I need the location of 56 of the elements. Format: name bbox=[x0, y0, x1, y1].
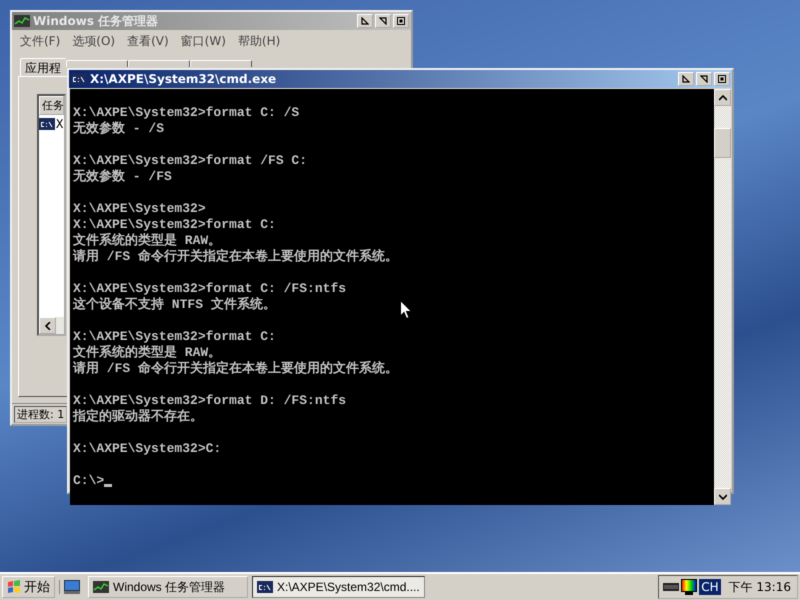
console-line: X:\AXPE\System32>format D: /FS:ntfs bbox=[73, 393, 346, 408]
windows-flag-icon bbox=[7, 580, 21, 594]
menu-item[interactable]: 帮助(H) bbox=[234, 33, 284, 49]
console-line: X:\AXPE\System32>format C: bbox=[73, 217, 276, 232]
taskbar-button[interactable]: X:\AXPE\System32\cmd.... bbox=[252, 576, 425, 598]
list-item[interactable]: X bbox=[56, 117, 64, 131]
menu-item[interactable]: 文件(F) bbox=[16, 33, 64, 49]
console-line: X:\AXPE\System32>format C: bbox=[73, 329, 276, 344]
console-line: C:\> bbox=[73, 473, 104, 489]
monitor-graph-icon bbox=[14, 15, 30, 27]
monitor-graph-icon bbox=[93, 581, 109, 593]
console-line: X:\AXPE\System32>C: bbox=[73, 441, 222, 457]
start-button[interactable]: 开始 bbox=[2, 576, 55, 598]
console-line: 无效参数 - /S bbox=[73, 121, 164, 137]
console-line: 文件系统的类型是 RAW。 bbox=[73, 345, 222, 360]
status-text: 进程数: 1 bbox=[14, 406, 68, 423]
clock: 下午 13:16 bbox=[728, 578, 791, 596]
tab[interactable]: 应用程 bbox=[20, 58, 66, 77]
scroll-thumb[interactable] bbox=[714, 128, 731, 158]
battery-icon bbox=[663, 582, 680, 592]
menu-item[interactable]: 窗口(W) bbox=[176, 33, 230, 49]
console-line: X:\AXPE\System32>format /FS C: bbox=[73, 153, 308, 169]
console-line: 这个设备不支持 NTFS 文件系统。 bbox=[73, 297, 276, 313]
console-icon bbox=[71, 73, 87, 85]
console-line: 文件系统的类型是 RAW。 bbox=[73, 233, 222, 248]
corner-arrow-icon bbox=[379, 17, 387, 25]
taskbar-button[interactable]: Windows 任务管理器 bbox=[88, 576, 248, 598]
language-indicator[interactable]: CH bbox=[699, 579, 721, 595]
square-icon bbox=[397, 17, 405, 25]
console-line: X:\AXPE\System32> bbox=[73, 201, 206, 217]
close-button[interactable] bbox=[714, 72, 730, 86]
menu-item[interactable]: 查看(V) bbox=[123, 33, 173, 49]
scroll-up-button[interactable] bbox=[714, 89, 731, 106]
mouse-pointer-icon bbox=[400, 300, 412, 319]
console-line: 请用 /FS 命令行开关指定在本卷上要使用的文件系统。 bbox=[73, 249, 398, 265]
console-line: 指定的驱动器不存在。 bbox=[73, 409, 203, 425]
window-title: X:\AXPE\System32\cmd.exe bbox=[90, 72, 278, 86]
corner-arrow-icon bbox=[682, 75, 690, 83]
window-title: Windows 任务管理器 bbox=[33, 12, 160, 30]
scroll-down-button[interactable] bbox=[714, 488, 731, 505]
menu-item[interactable]: 选项(O) bbox=[68, 33, 120, 49]
console-line: X:\AXPE\System32>format C: /FS:ntfs bbox=[73, 281, 346, 296]
display-icon bbox=[681, 579, 698, 595]
minimize-button[interactable] bbox=[678, 72, 694, 86]
maximize-button[interactable] bbox=[696, 72, 712, 86]
console-icon bbox=[257, 581, 273, 593]
console-line: X:\AXPE\System32>format C: /S bbox=[73, 105, 300, 121]
corner-arrow-icon bbox=[361, 17, 369, 25]
horizontal-scrollbar[interactable] bbox=[39, 317, 64, 334]
console-line: 无效参数 - /FS bbox=[73, 169, 172, 185]
corner-arrow-icon bbox=[700, 75, 708, 83]
desktop-icon bbox=[64, 580, 80, 594]
vertical-scrollbar[interactable] bbox=[714, 89, 731, 505]
console-line: 请用 /FS 命令行开关指定在本卷上要使用的文件系统。 bbox=[73, 361, 398, 377]
square-icon bbox=[718, 75, 726, 83]
scroll-left-button[interactable] bbox=[39, 317, 56, 334]
